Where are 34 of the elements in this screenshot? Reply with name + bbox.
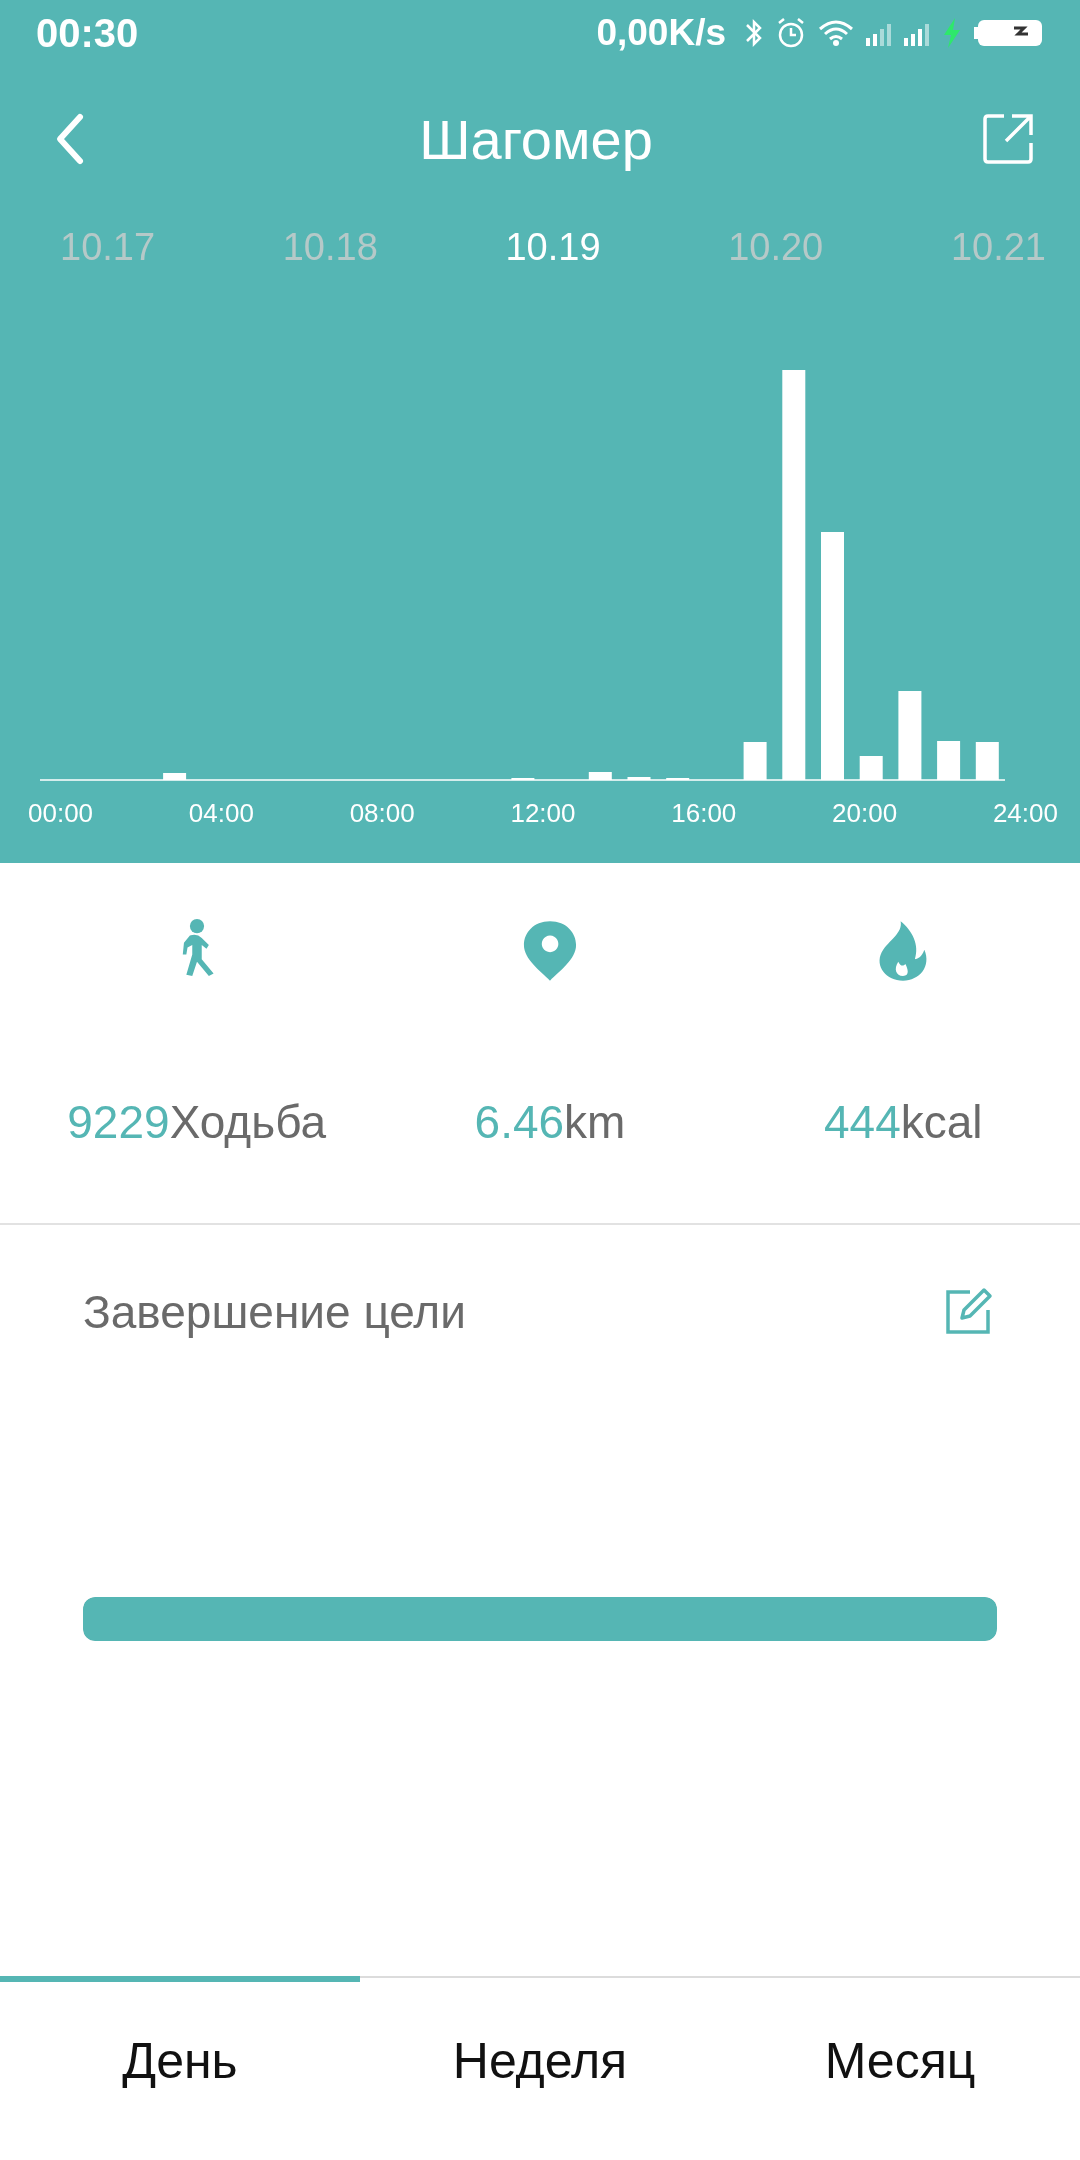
alarm-icon [776,17,806,49]
stat-reading: 6.46km [474,1095,626,1149]
tab[interactable]: Неделя [360,1976,720,2160]
goal-title: Завершение цели [83,1285,466,1339]
chart-bar [588,772,612,780]
share-icon[interactable] [982,113,1034,165]
axis-label: 04:00 [188,798,254,829]
network-speed: 0,00K/s [596,12,726,54]
axis-label: 08:00 [349,798,415,829]
chart-bar [743,742,767,780]
charging-icon [942,17,962,49]
axis-label: 20:00 [832,798,898,829]
status-time: 00:30 [36,10,139,56]
chart-bar [627,777,651,780]
axis-label: 00:00 [28,798,94,829]
tab[interactable]: День [0,1976,360,2160]
chart-bar [937,741,961,780]
axis-label: 12:00 [510,798,576,829]
battery-icon [974,18,1044,48]
stat-reading: 9229Ходьба [67,1095,327,1149]
date-tab[interactable]: 10.21 [950,225,1046,269]
chart-bar [163,773,187,780]
page-title: Шагомер [419,106,653,172]
date-tab[interactable]: 10.20 [728,225,824,269]
chart-bar [975,742,999,780]
wifi-icon [818,19,854,47]
axis-label: 24:00 [992,798,1058,829]
date-tab[interactable]: 10.18 [282,225,378,269]
date-tab[interactable]: 10.19 [505,225,601,269]
tab[interactable]: Месяц [720,1976,1080,2160]
date-tab[interactable]: 10.17 [60,225,156,269]
chart-bar [859,756,883,780]
axis-label: 16:00 [671,798,737,829]
stat-reading: 444kcal [824,1095,983,1149]
